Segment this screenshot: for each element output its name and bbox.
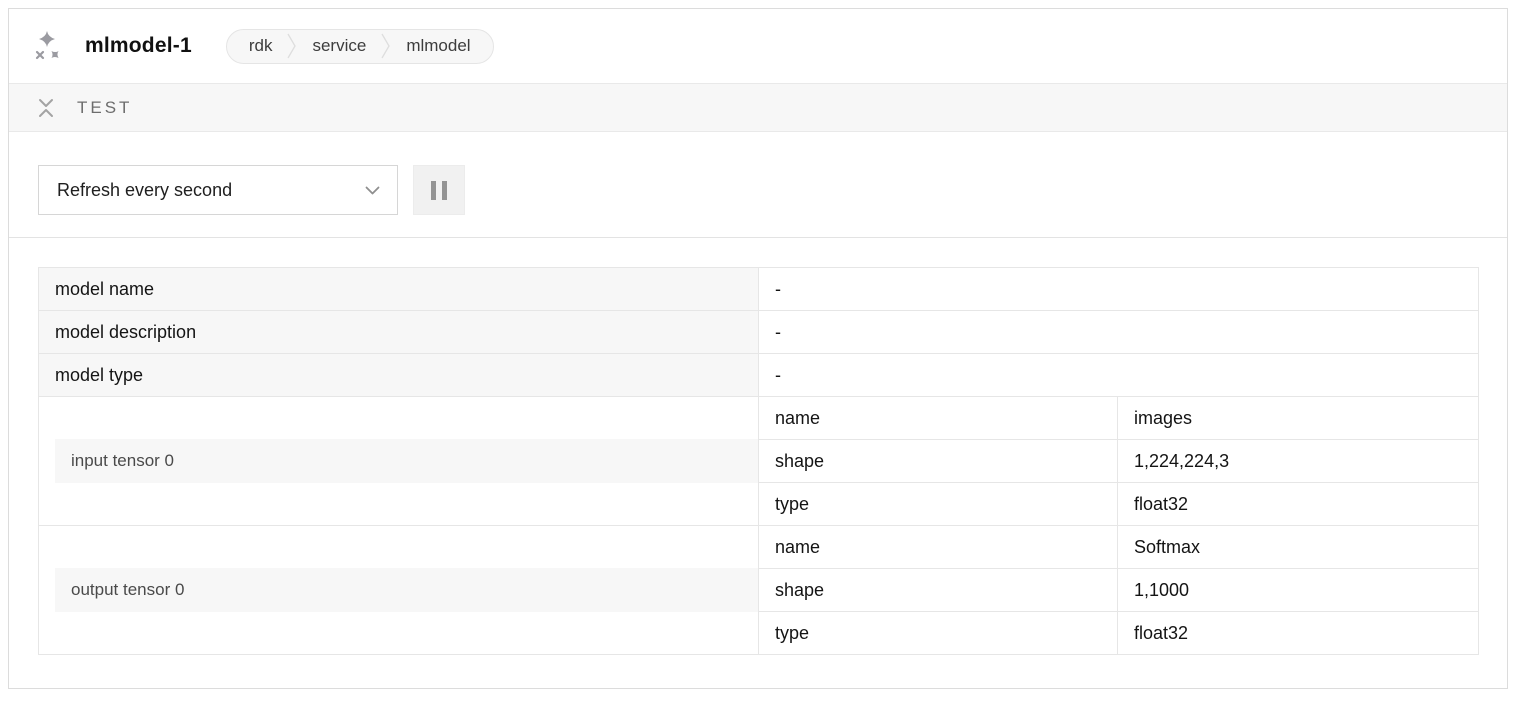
test-section-header[interactable]: TEST bbox=[9, 84, 1507, 132]
page-title: mlmodel-1 bbox=[85, 34, 192, 58]
table-row-model-description: model description - bbox=[39, 311, 1479, 354]
tensor-field-value: images bbox=[1118, 397, 1479, 440]
row-label: model description bbox=[39, 311, 759, 354]
refresh-rate-select[interactable]: Refresh every second bbox=[38, 165, 398, 215]
breadcrumb-item-service: service bbox=[312, 36, 366, 56]
tensor-field-key: name bbox=[759, 526, 1118, 569]
tensor-field-value: Softmax bbox=[1118, 526, 1479, 569]
test-section-label: TEST bbox=[77, 98, 132, 118]
tensor-field-key: shape bbox=[759, 569, 1118, 612]
tensor-field-value: 1,224,224,3 bbox=[1118, 440, 1479, 483]
chevron-right-icon bbox=[287, 32, 297, 60]
row-label: model name bbox=[39, 268, 759, 311]
collapse-vertical-icon[interactable] bbox=[38, 98, 54, 118]
pause-icon bbox=[431, 181, 436, 200]
tensor-field-key: type bbox=[759, 612, 1118, 655]
chevron-down-icon bbox=[365, 186, 380, 195]
breadcrumb-item-rdk: rdk bbox=[249, 36, 273, 56]
tensor-field-key: name bbox=[759, 397, 1118, 440]
tensor-field-key: type bbox=[759, 483, 1118, 526]
table-row-model-name: model name - bbox=[39, 268, 1479, 311]
row-value: - bbox=[759, 354, 1479, 397]
table-row-output-tensor-0: output tensor 0 name Softmax bbox=[39, 526, 1479, 569]
mlmodel-test-panel: mlmodel-1 rdk service mlmodel TEST Refre… bbox=[8, 8, 1508, 689]
row-label: input tensor 0 bbox=[55, 439, 758, 483]
row-value: - bbox=[759, 311, 1479, 354]
table-row-input-tensor-0: input tensor 0 name images bbox=[39, 397, 1479, 440]
breadcrumb-item-mlmodel: mlmodel bbox=[406, 36, 470, 56]
row-label-cell: output tensor 0 bbox=[39, 526, 759, 655]
pause-icon bbox=[442, 181, 447, 200]
breadcrumb: rdk service mlmodel bbox=[226, 29, 494, 64]
tensor-field-key: shape bbox=[759, 440, 1118, 483]
row-value: - bbox=[759, 268, 1479, 311]
tensor-field-value: 1,1000 bbox=[1118, 569, 1479, 612]
tensor-field-value: float32 bbox=[1118, 612, 1479, 655]
pause-refresh-button[interactable] bbox=[413, 165, 465, 215]
chevron-right-icon bbox=[381, 32, 391, 60]
refresh-controls: Refresh every second bbox=[9, 132, 1507, 238]
panel-header: mlmodel-1 rdk service mlmodel bbox=[9, 9, 1507, 84]
model-details-table: model name - model description - model t… bbox=[38, 267, 1479, 655]
refresh-rate-value: Refresh every second bbox=[57, 180, 232, 201]
ml-model-sparkles-icon bbox=[33, 30, 63, 62]
model-details-section: model name - model description - model t… bbox=[9, 238, 1507, 655]
row-label-cell: input tensor 0 bbox=[39, 397, 759, 526]
row-label: output tensor 0 bbox=[55, 568, 758, 612]
row-label: model type bbox=[39, 354, 759, 397]
tensor-field-value: float32 bbox=[1118, 483, 1479, 526]
table-row-model-type: model type - bbox=[39, 354, 1479, 397]
